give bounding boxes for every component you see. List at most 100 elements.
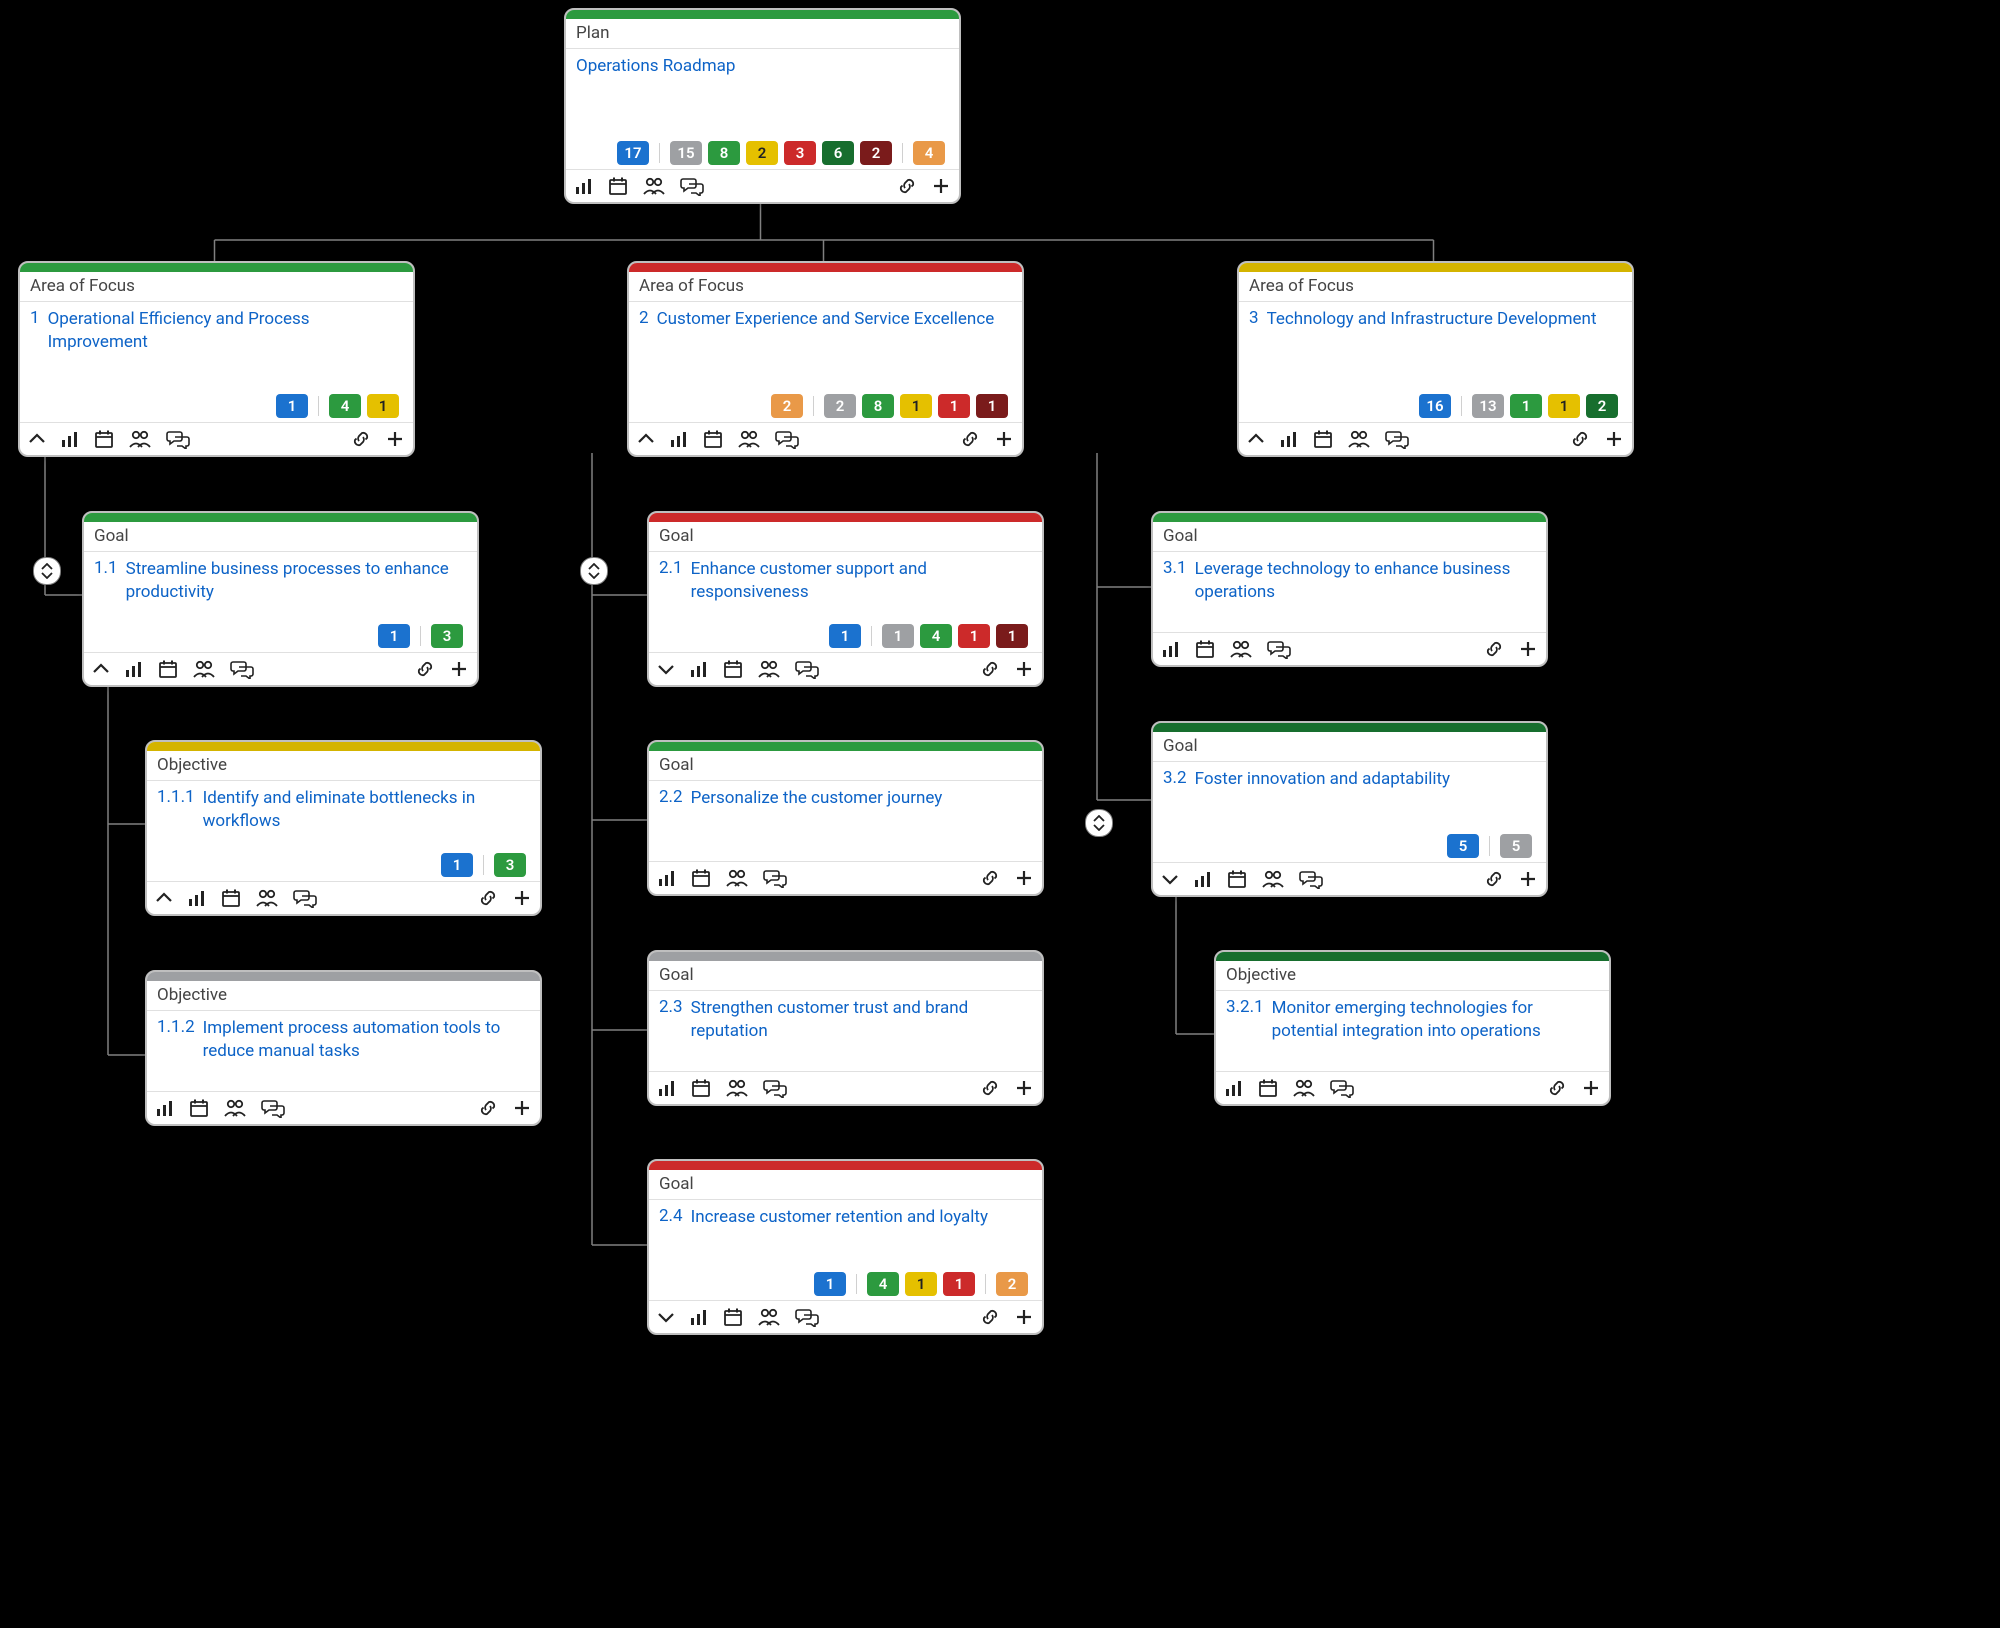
chart-icon[interactable] — [1279, 429, 1299, 449]
chart-icon[interactable] — [60, 429, 80, 449]
chart-icon[interactable] — [187, 888, 207, 908]
chevron-down-icon[interactable] — [657, 663, 675, 675]
chart-icon[interactable] — [689, 659, 709, 679]
people-icon[interactable] — [223, 1098, 247, 1118]
add-icon[interactable] — [449, 659, 469, 679]
chevron-down-icon[interactable] — [1161, 873, 1179, 885]
comments-icon[interactable] — [1299, 869, 1323, 889]
link-icon[interactable] — [415, 659, 435, 679]
add-icon[interactable] — [1581, 1078, 1601, 1098]
calendar-icon[interactable] — [691, 868, 711, 888]
comments-icon[interactable] — [293, 888, 317, 908]
comments-icon[interactable] — [261, 1098, 285, 1118]
people-icon[interactable] — [1292, 1078, 1316, 1098]
chart-icon[interactable] — [657, 1078, 677, 1098]
add-icon[interactable] — [1014, 868, 1034, 888]
card-title[interactable]: Personalize the customer journey — [691, 787, 943, 810]
link-icon[interactable] — [980, 659, 1000, 679]
link-icon[interactable] — [980, 868, 1000, 888]
chart-icon[interactable] — [1161, 639, 1181, 659]
people-icon[interactable] — [192, 659, 216, 679]
calendar-icon[interactable] — [703, 429, 723, 449]
calendar-icon[interactable] — [221, 888, 241, 908]
comments-icon[interactable] — [795, 659, 819, 679]
chart-icon[interactable] — [657, 868, 677, 888]
link-icon[interactable] — [1570, 429, 1590, 449]
comments-icon[interactable] — [230, 659, 254, 679]
tree-collapse-button[interactable] — [1085, 809, 1113, 837]
add-icon[interactable] — [1014, 1307, 1034, 1327]
card-title[interactable]: Monitor emerging technologies for potent… — [1272, 997, 1599, 1043]
add-icon[interactable] — [512, 888, 532, 908]
calendar-icon[interactable] — [1313, 429, 1333, 449]
card-title[interactable]: Implement process automation tools to re… — [203, 1017, 530, 1063]
people-icon[interactable] — [642, 176, 666, 196]
calendar-icon[interactable] — [1258, 1078, 1278, 1098]
calendar-icon[interactable] — [723, 659, 743, 679]
chevron-up-icon[interactable] — [637, 433, 655, 445]
comments-icon[interactable] — [1267, 639, 1291, 659]
card-title[interactable]: Technology and Infrastructure Developmen… — [1267, 308, 1597, 331]
comments-icon[interactable] — [680, 176, 704, 196]
people-icon[interactable] — [1347, 429, 1371, 449]
link-icon[interactable] — [897, 176, 917, 196]
add-icon[interactable] — [1518, 639, 1538, 659]
add-icon[interactable] — [1518, 869, 1538, 889]
comments-icon[interactable] — [763, 1078, 787, 1098]
card-title[interactable]: Leverage technology to enhance business … — [1195, 558, 1536, 604]
people-icon[interactable] — [1261, 869, 1285, 889]
link-icon[interactable] — [1484, 639, 1504, 659]
link-icon[interactable] — [980, 1078, 1000, 1098]
chevron-up-icon[interactable] — [92, 663, 110, 675]
calendar-icon[interactable] — [158, 659, 178, 679]
card-title[interactable]: Operations Roadmap — [576, 55, 735, 78]
link-icon[interactable] — [1547, 1078, 1567, 1098]
people-icon[interactable] — [128, 429, 152, 449]
comments-icon[interactable] — [795, 1307, 819, 1327]
calendar-icon[interactable] — [1195, 639, 1215, 659]
card-title[interactable]: Enhance customer support and responsiven… — [691, 558, 1032, 604]
card-title[interactable]: Foster innovation and adaptability — [1195, 768, 1451, 791]
link-icon[interactable] — [1484, 869, 1504, 889]
link-icon[interactable] — [478, 888, 498, 908]
comments-icon[interactable] — [1330, 1078, 1354, 1098]
people-icon[interactable] — [1229, 639, 1253, 659]
card-title[interactable]: Strengthen customer trust and brand repu… — [691, 997, 1032, 1043]
card-title[interactable]: Increase customer retention and loyalty — [691, 1206, 988, 1229]
calendar-icon[interactable] — [608, 176, 628, 196]
link-icon[interactable] — [980, 1307, 1000, 1327]
calendar-icon[interactable] — [691, 1078, 711, 1098]
chart-icon[interactable] — [689, 1307, 709, 1327]
people-icon[interactable] — [757, 659, 781, 679]
people-icon[interactable] — [737, 429, 761, 449]
add-icon[interactable] — [1014, 659, 1034, 679]
comments-icon[interactable] — [166, 429, 190, 449]
people-icon[interactable] — [255, 888, 279, 908]
chevron-down-icon[interactable] — [657, 1311, 675, 1323]
add-icon[interactable] — [994, 429, 1014, 449]
link-icon[interactable] — [478, 1098, 498, 1118]
people-icon[interactable] — [757, 1307, 781, 1327]
comments-icon[interactable] — [763, 868, 787, 888]
comments-icon[interactable] — [775, 429, 799, 449]
chevron-up-icon[interactable] — [28, 433, 46, 445]
calendar-icon[interactable] — [723, 1307, 743, 1327]
card-title[interactable]: Operational Efficiency and Process Impro… — [48, 308, 403, 354]
card-title[interactable]: Identify and eliminate bottlenecks in wo… — [203, 787, 530, 833]
chart-icon[interactable] — [1193, 869, 1213, 889]
calendar-icon[interactable] — [189, 1098, 209, 1118]
add-icon[interactable] — [512, 1098, 532, 1118]
tree-collapse-button[interactable] — [580, 557, 608, 585]
chart-icon[interactable] — [1224, 1078, 1244, 1098]
chart-icon[interactable] — [574, 176, 594, 196]
add-icon[interactable] — [931, 176, 951, 196]
people-icon[interactable] — [725, 1078, 749, 1098]
card-title[interactable]: Customer Experience and Service Excellen… — [657, 308, 995, 331]
chevron-up-icon[interactable] — [1247, 433, 1265, 445]
people-icon[interactable] — [725, 868, 749, 888]
link-icon[interactable] — [960, 429, 980, 449]
chart-icon[interactable] — [124, 659, 144, 679]
add-icon[interactable] — [385, 429, 405, 449]
chevron-up-icon[interactable] — [155, 892, 173, 904]
tree-collapse-button[interactable] — [33, 557, 61, 585]
